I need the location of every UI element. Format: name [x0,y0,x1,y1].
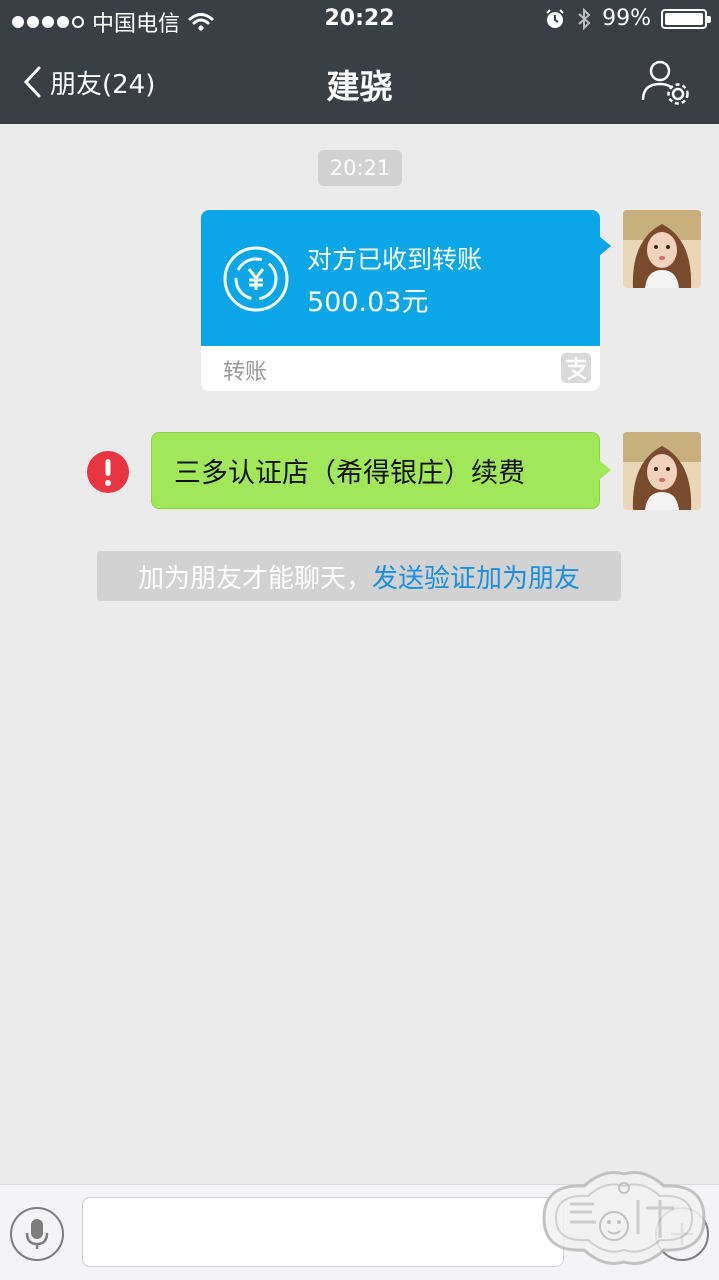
nav-bar: 朋友(24) 建骁 [0,40,719,124]
battery-percent: 99% [602,6,651,31]
battery-icon [661,8,711,29]
alipay-icon [560,352,592,384]
microphone-icon [25,1219,49,1249]
avatar[interactable] [623,210,701,288]
message-bubble[interactable]: 三多认证店（希得银庄）续费 [151,432,600,509]
send-verification-link[interactable]: 发送验证加为朋友 [372,558,580,595]
message-input[interactable] [83,1198,563,1266]
page-title: 建骁 [326,67,393,106]
status-bar: 中国电信 20:22 99% [0,0,719,40]
status-right: 99% [544,6,711,31]
voice-button[interactable] [10,1207,64,1261]
send-failed-icon[interactable] [86,450,130,494]
yuan-transfer-icon [221,244,291,314]
transfer-card[interactable]: 对方已收到转账 500.03元 转账 [201,210,600,391]
transfer-amount: 500.03元 [307,287,429,318]
message-text: 三多认证店（希得银庄）续费 [174,458,525,489]
bluetooth-icon [578,7,591,30]
watermark-logo [534,1164,714,1272]
message-input-box[interactable] [82,1197,564,1267]
chat-info-button[interactable] [641,58,691,106]
user-settings-icon [641,60,689,105]
message-timestamp: 20:21 [318,150,402,186]
transfer-status: 对方已收到转账 [307,245,483,274]
transfer-footer-label: 转账 [223,360,268,385]
system-notice: 加为朋友才能聊天， 发送验证加为朋友 [97,551,621,601]
avatar[interactable] [623,432,701,510]
battery-fill [665,12,703,25]
transfer-bubble-tail [599,236,611,256]
alarm-icon [546,8,564,28]
chat-header: 中国电信 20:22 99% 朋友(24) 建骁 [0,0,719,124]
message-bubble-tail [599,460,611,480]
system-notice-text: 加为朋友才能聊天， [137,563,372,594]
